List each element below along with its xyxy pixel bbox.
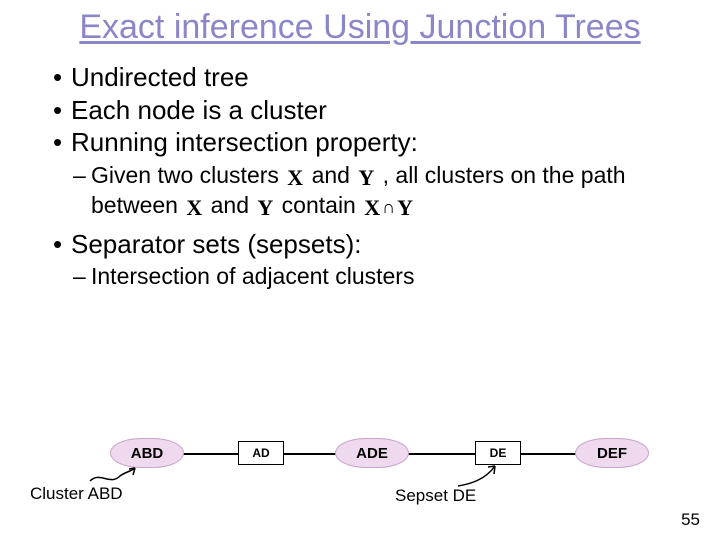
text: and — [204, 192, 255, 218]
page-title: Exact inference Using Junction Trees — [35, 0, 685, 47]
junction-tree-diagram: ABD AD ADE DE DEF Cluster ABD Sepset DE — [0, 430, 720, 500]
text: contain — [275, 192, 362, 218]
bullet-3-sub: Given two clusters X and Y , all cluster… — [73, 161, 685, 222]
slide: Exact inference Using Junction Trees Und… — [0, 0, 720, 540]
intersect-symbol: ∩ — [382, 197, 395, 217]
bullet-3: Running intersection property: — [53, 126, 685, 159]
squiggle-arrow — [85, 466, 145, 486]
cluster-node-def: DEF — [575, 438, 649, 468]
page-number: 55 — [681, 510, 700, 530]
var-x: X — [362, 194, 382, 222]
cluster-node-ade: ADE — [335, 438, 409, 468]
bullet-1: Undirected tree — [53, 61, 685, 94]
text: Given two clusters — [91, 162, 285, 188]
var-x: X — [184, 194, 204, 222]
var-y: Y — [255, 194, 275, 222]
bullet-2: Each node is a cluster — [53, 94, 685, 127]
bullet-4: Separator sets (sepsets): — [53, 228, 685, 261]
var-x: X — [285, 164, 305, 192]
text: and — [305, 162, 356, 188]
var-y: Y — [356, 164, 376, 192]
cluster-node-abd: ABD — [110, 438, 184, 468]
annotation-sepset: Sepset DE — [395, 486, 476, 506]
edge — [400, 453, 480, 455]
body: Undirected tree Each node is a cluster R… — [35, 47, 685, 291]
bullet-4-sub: Intersection of adjacent clusters — [73, 262, 685, 291]
annotation-cluster: Cluster ABD — [30, 484, 123, 504]
var-y: Y — [395, 194, 415, 222]
sepset-node-ad: AD — [238, 441, 284, 465]
